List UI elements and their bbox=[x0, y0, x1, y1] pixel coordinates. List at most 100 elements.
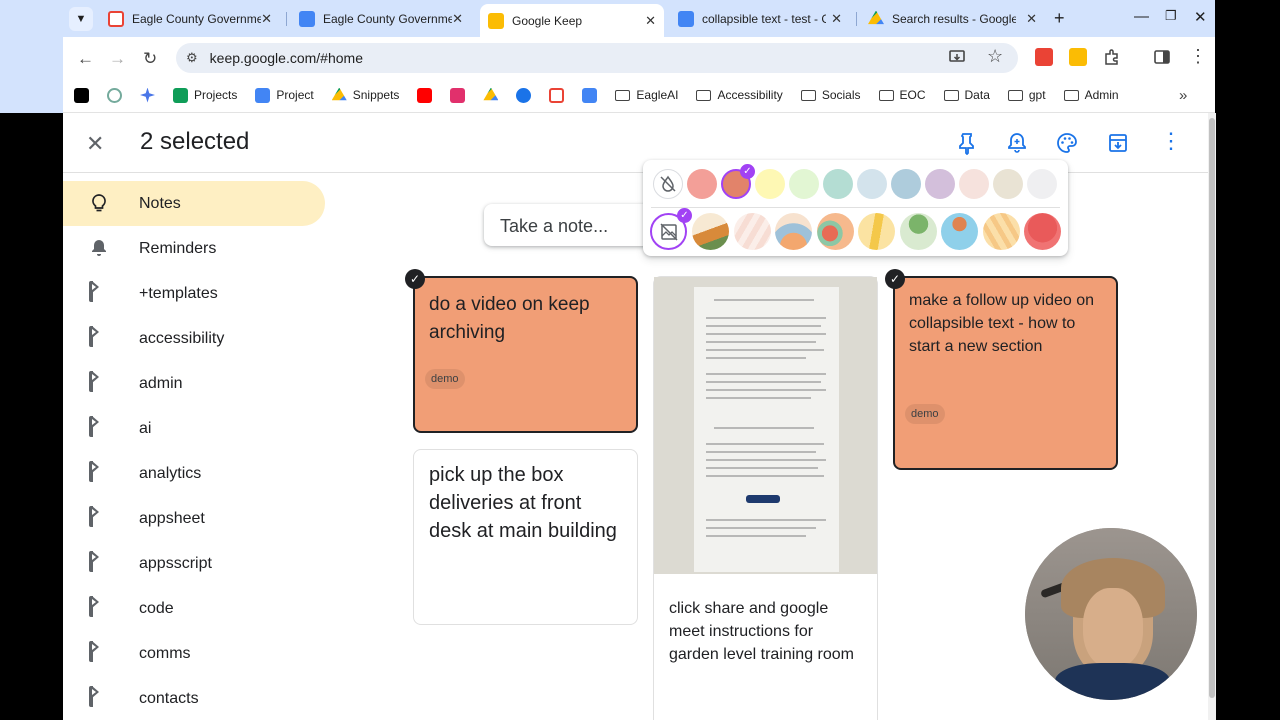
close-tab-icon[interactable]: ✕ bbox=[1026, 11, 1037, 27]
extensions-icon[interactable] bbox=[1103, 48, 1121, 66]
close-tab-icon[interactable]: ✕ bbox=[261, 11, 272, 27]
bookmark-web-store[interactable] bbox=[516, 87, 532, 103]
bookmark-gemini[interactable] bbox=[140, 87, 155, 103]
restore-icon[interactable]: ❐ bbox=[1165, 8, 1177, 24]
sidebar-item-notes[interactable]: Notes bbox=[63, 181, 325, 226]
close-window-icon[interactable]: ✕ bbox=[1194, 8, 1207, 26]
label-chip[interactable]: demo bbox=[905, 404, 945, 424]
calendar-icon bbox=[299, 10, 315, 27]
color-swatch-red[interactable] bbox=[687, 169, 717, 199]
more-options-icon[interactable]: ⋮ bbox=[1160, 128, 1184, 153]
sidebar-item-appsheet[interactable]: appsheet bbox=[63, 496, 325, 541]
reload-icon[interactable]: ↻ bbox=[143, 49, 157, 69]
minimize-icon[interactable]: — bbox=[1134, 8, 1149, 25]
tab-calendar[interactable]: Eagle County Governmen ✕ bbox=[291, 4, 471, 33]
background-groceries[interactable] bbox=[692, 213, 729, 250]
close-tab-icon[interactable]: ✕ bbox=[831, 11, 842, 27]
forward-icon[interactable]: → bbox=[109, 49, 126, 69]
color-swatch-pink[interactable] bbox=[959, 169, 989, 199]
bookmark-folder-eoc[interactable]: EOC bbox=[878, 88, 926, 102]
color-swatch-brown[interactable] bbox=[993, 169, 1023, 199]
keep-icon bbox=[488, 12, 504, 29]
background-recipes[interactable] bbox=[817, 213, 854, 250]
keep-extension-icon[interactable] bbox=[1069, 48, 1087, 66]
remind-me-icon[interactable] bbox=[1005, 131, 1029, 155]
background-music[interactable] bbox=[775, 213, 812, 250]
pin-icon[interactable] bbox=[955, 131, 979, 155]
bookmark-calendar[interactable] bbox=[582, 87, 598, 103]
color-swatch-purple[interactable] bbox=[925, 169, 955, 199]
color-swatch-green[interactable] bbox=[789, 169, 819, 199]
side-panel-icon[interactable] bbox=[1153, 48, 1171, 66]
sidebar-item-analytics[interactable]: analytics bbox=[63, 451, 325, 496]
more-vert-icon[interactable]: ⋮ bbox=[1189, 46, 1207, 67]
bookmark-chatgpt[interactable] bbox=[107, 87, 122, 103]
site-info-icon[interactable]: ⚙ bbox=[186, 50, 198, 66]
bookmark-folder-accessibility[interactable]: Accessibility bbox=[696, 88, 783, 102]
sidebar-item-code[interactable]: code bbox=[63, 586, 325, 631]
selected-check-icon[interactable]: ✓ bbox=[405, 269, 425, 289]
bookmark-project[interactable]: Project bbox=[255, 87, 314, 103]
tab-search-button[interactable]: ▼ bbox=[69, 6, 93, 31]
bookmark-folder-data[interactable]: Data bbox=[943, 88, 990, 102]
bookmark-instagram[interactable] bbox=[450, 87, 466, 103]
more-bookmarks-icon[interactable]: » bbox=[1179, 87, 1187, 104]
new-tab-icon[interactable]: + bbox=[1054, 8, 1065, 29]
bookmark-folder-socials[interactable]: Socials bbox=[800, 88, 861, 102]
note-card[interactable]: make a follow up video on collapsible te… bbox=[893, 276, 1118, 470]
no-color-icon[interactable] bbox=[653, 169, 683, 199]
bookmarks-bar: Projects Project Snippets EagleAI Access… bbox=[63, 78, 1215, 113]
close-selection-icon[interactable]: ✕ bbox=[86, 131, 104, 157]
bookmark-folder-gpt[interactable]: gpt bbox=[1007, 88, 1046, 102]
bookmark-gmail[interactable] bbox=[549, 87, 565, 103]
color-swatch-dark-blue[interactable] bbox=[891, 169, 921, 199]
docs-icon bbox=[255, 87, 271, 103]
background-food[interactable] bbox=[734, 213, 771, 250]
archive-icon[interactable] bbox=[1106, 131, 1130, 155]
tab-docs[interactable]: collapsible text - test - Go ✕ bbox=[670, 4, 850, 33]
sidebar-item-comms[interactable]: comms bbox=[63, 631, 325, 676]
background-video[interactable] bbox=[983, 213, 1020, 250]
folder-icon bbox=[943, 89, 959, 101]
install-app-icon[interactable] bbox=[948, 48, 966, 66]
sidebar-item-reminders[interactable]: Reminders bbox=[63, 226, 325, 271]
bookmark-projects[interactable]: Projects bbox=[173, 87, 237, 103]
background-notes[interactable] bbox=[858, 213, 895, 250]
bookmark-folder-admin[interactable]: Admin bbox=[1063, 88, 1119, 102]
page-scrollbar[interactable] bbox=[1208, 113, 1216, 720]
sidebar-item-templates[interactable]: +templates bbox=[63, 271, 325, 316]
tab-drive[interactable]: Search results - Google D ✕ bbox=[860, 4, 1045, 33]
bookmark-drive[interactable] bbox=[483, 87, 499, 103]
color-swatch-teal[interactable] bbox=[823, 169, 853, 199]
background-places[interactable] bbox=[900, 213, 937, 250]
background-celebration[interactable] bbox=[1024, 213, 1061, 250]
bookmark-youtube[interactable] bbox=[417, 87, 433, 103]
close-tab-icon[interactable]: ✕ bbox=[452, 11, 463, 27]
url-text[interactable]: keep.google.com/#home bbox=[210, 50, 363, 66]
bookmark-x[interactable] bbox=[74, 87, 89, 103]
back-icon[interactable]: ← bbox=[77, 49, 94, 69]
sidebar-item-ai[interactable]: ai bbox=[63, 406, 325, 451]
label-icon bbox=[89, 596, 109, 618]
note-card[interactable]: do a video on keep archiving demo bbox=[413, 276, 638, 433]
label-chip[interactable]: demo bbox=[425, 369, 465, 389]
address-bar[interactable]: ⚙ keep.google.com/#home bbox=[176, 43, 1018, 73]
bookmark-snippets[interactable]: Snippets bbox=[331, 87, 399, 103]
background-travel[interactable] bbox=[941, 213, 978, 250]
selected-check-icon[interactable]: ✓ bbox=[885, 269, 905, 289]
note-card[interactable]: pick up the box deliveries at front desk… bbox=[413, 449, 638, 625]
sidebar-item-appsscript[interactable]: appsscript bbox=[63, 541, 325, 586]
bookmark-folder-eagleai[interactable]: EagleAI bbox=[615, 88, 678, 102]
color-swatch-blue[interactable] bbox=[857, 169, 887, 199]
palette-icon[interactable] bbox=[1055, 131, 1079, 155]
sidebar-item-contacts[interactable]: contacts bbox=[63, 676, 325, 720]
sidebar-item-accessibility[interactable]: accessibility bbox=[63, 316, 325, 361]
close-tab-icon[interactable]: ✕ bbox=[645, 13, 656, 29]
color-swatch-yellow[interactable] bbox=[755, 169, 785, 199]
tab-google-keep[interactable]: Google Keep ✕ bbox=[480, 4, 664, 37]
gmail-extension-icon[interactable] bbox=[1035, 48, 1053, 66]
tab-gmail[interactable]: Eagle County Governmen ✕ bbox=[100, 4, 280, 33]
bookmark-star-icon[interactable]: ☆ bbox=[987, 46, 1003, 67]
color-swatch-gray[interactable] bbox=[1027, 169, 1057, 199]
sidebar-item-admin[interactable]: admin bbox=[63, 361, 325, 406]
